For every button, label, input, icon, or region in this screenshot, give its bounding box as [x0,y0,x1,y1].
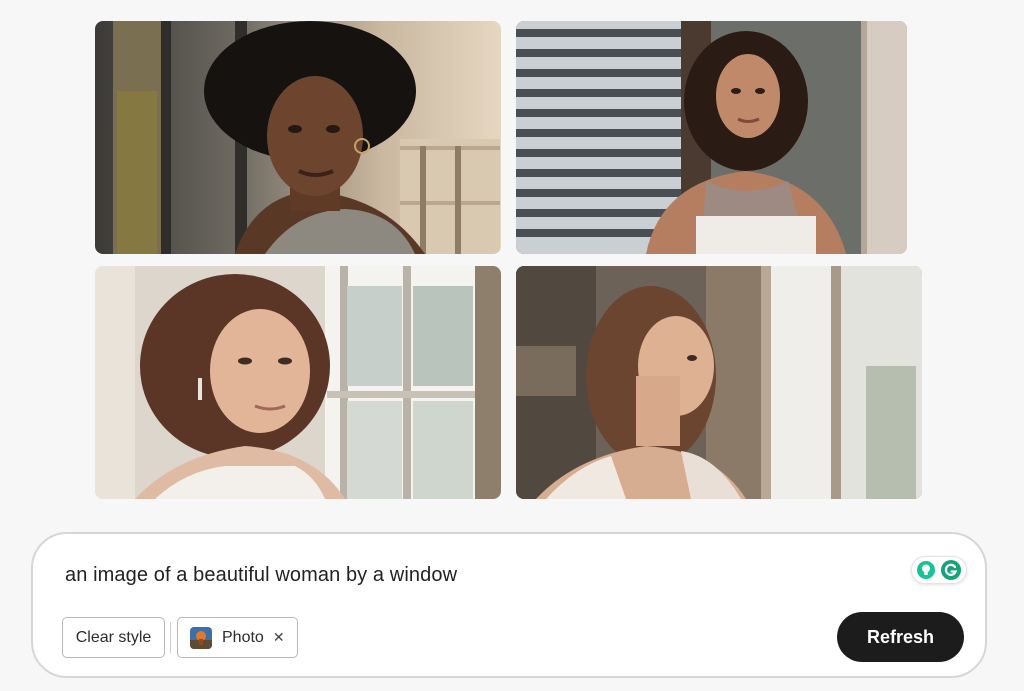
generated-image-1[interactable] [95,21,501,254]
generated-image-3[interactable] [95,266,501,499]
refresh-button[interactable]: Refresh [837,612,964,662]
photo-style-thumbnail [190,626,212,649]
generated-image-1-graphic [95,21,501,254]
generated-image-2[interactable] [516,21,907,254]
grammarly-icon[interactable] [940,559,962,581]
generated-image-4[interactable] [516,266,922,499]
clear-style-label: Clear style [75,628,152,646]
prompt-panel: an image of a beautiful woman by a windo… [31,532,987,678]
clear-style-button[interactable]: Clear style [62,617,165,658]
close-icon[interactable]: ✕ [273,629,285,646]
prompt-input[interactable]: an image of a beautiful woman by a windo… [65,564,457,587]
lightbulb-icon[interactable] [916,560,936,580]
chip-divider [170,622,171,653]
app-stage: an image of a beautiful woman by a windo… [0,0,1024,691]
generated-image-3-graphic [95,266,501,499]
writing-assistant-pill[interactable] [911,556,967,584]
generated-image-2-graphic [516,21,907,254]
photo-style-label: Photo [222,628,264,646]
photo-style-chip[interactable]: Photo ✕ [177,617,298,658]
generated-image-4-graphic [516,266,922,499]
